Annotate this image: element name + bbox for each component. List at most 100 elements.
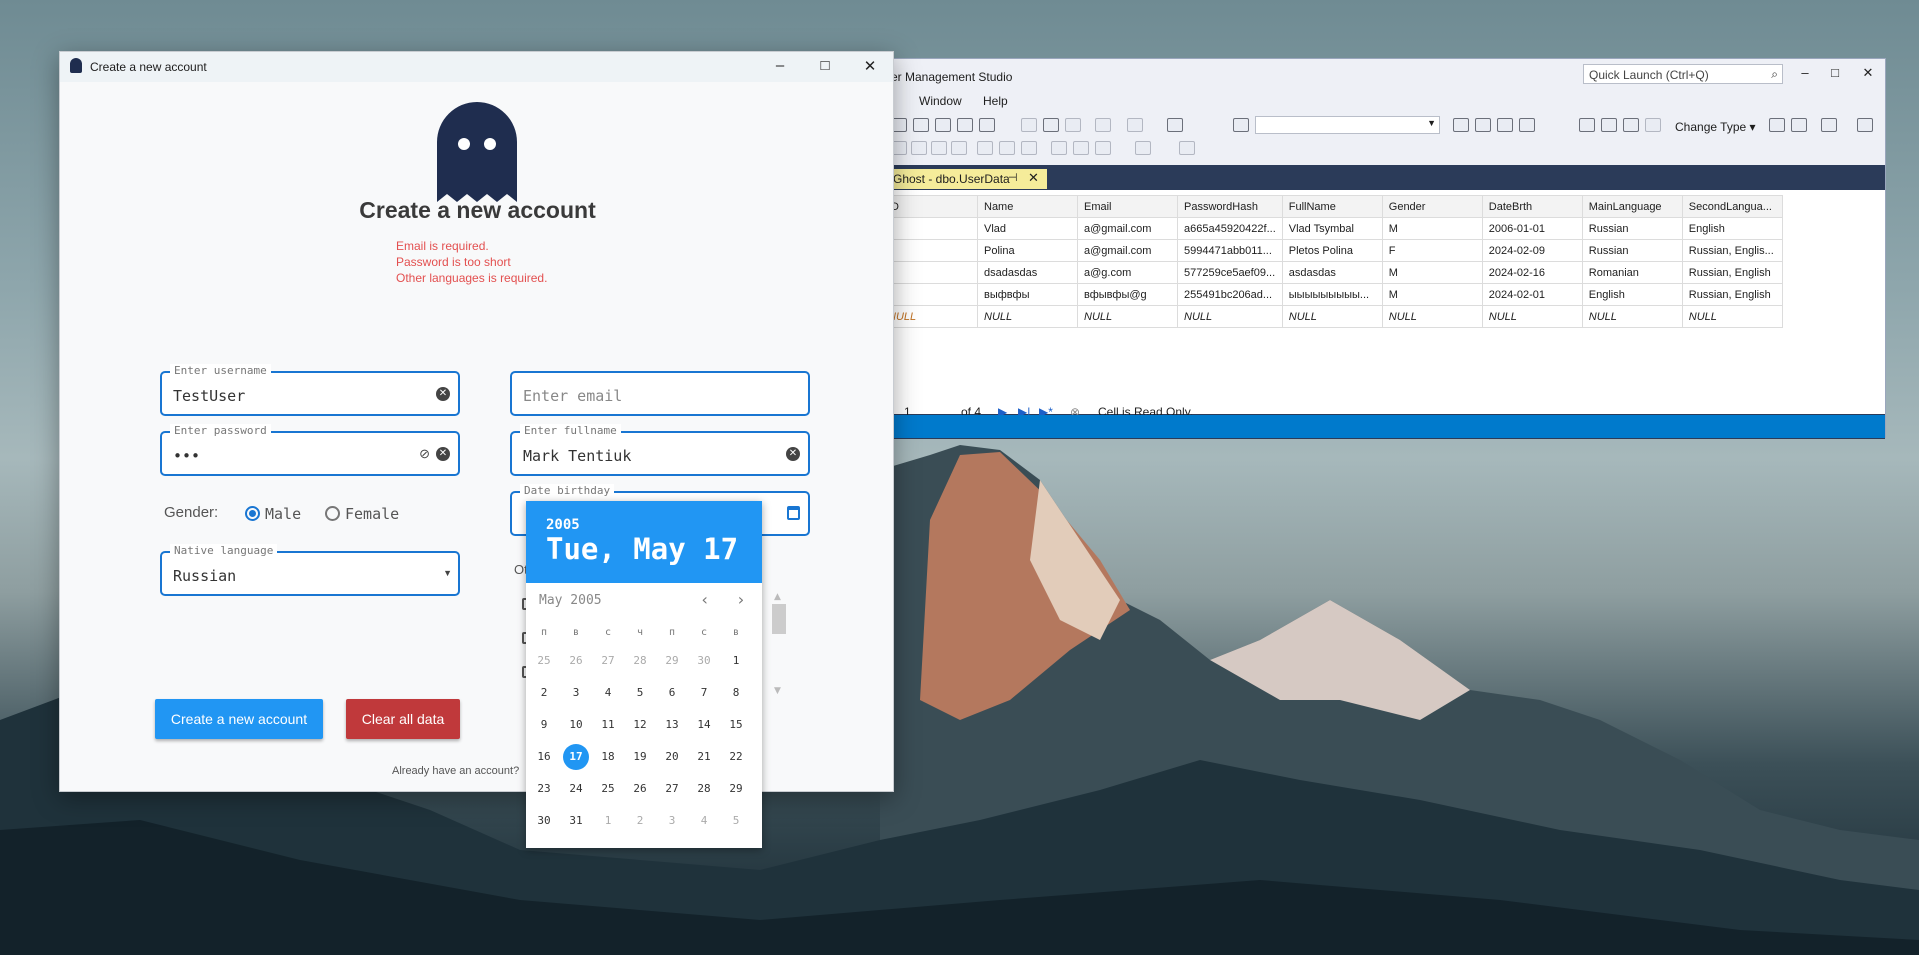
calendar-day[interactable]: 7: [691, 680, 717, 706]
close-button[interactable]: ✕: [1858, 65, 1878, 81]
table-row[interactable]: 3Polinaa@gmail.com5994471abb011...Pletos…: [881, 239, 1783, 262]
indent-icon[interactable]: [1051, 141, 1067, 155]
table-cell[interactable]: NULL: [1681, 305, 1783, 328]
table-cell[interactable]: dsadasdas: [977, 261, 1078, 284]
scroll-down-icon[interactable]: ▼: [774, 686, 781, 696]
table-cell[interactable]: English: [1681, 217, 1783, 240]
calendar-day[interactable]: 23: [531, 776, 557, 802]
calendar-day[interactable]: 27: [595, 648, 621, 674]
calendar-day[interactable]: 13: [659, 712, 685, 738]
clear-data-button[interactable]: Clear all data: [346, 699, 460, 739]
pin-icon[interactable]: ⊣: [1008, 171, 1018, 184]
table-cell[interactable]: Vlad: [977, 217, 1078, 240]
spacing-icon[interactable]: [1095, 141, 1111, 155]
calendar-day[interactable]: 3: [659, 808, 685, 834]
undo-icon[interactable]: [1095, 118, 1111, 132]
find-icon[interactable]: [1233, 118, 1249, 132]
username-field[interactable]: Enter username TestUser ✕: [160, 364, 460, 416]
calendar-day[interactable]: 24: [563, 776, 589, 802]
calendar-day[interactable]: 29: [723, 776, 749, 802]
redo-icon[interactable]: [1127, 118, 1143, 132]
table-cell[interactable]: Polina: [977, 239, 1078, 262]
close-button[interactable]: ✕: [855, 57, 885, 75]
column-header[interactable]: SecondLangua...: [1681, 195, 1783, 218]
calendar-day[interactable]: 12: [627, 712, 653, 738]
group-by-icon[interactable]: [1821, 118, 1837, 132]
table-cell[interactable]: 2024-02-01: [1481, 283, 1583, 306]
change-type-dropdown[interactable]: Change Type ▾: [1675, 120, 1756, 134]
calendar-day[interactable]: 11: [595, 712, 621, 738]
table-cell[interactable]: M: [1381, 261, 1483, 284]
calendar-day[interactable]: 9: [531, 712, 557, 738]
female-radio[interactable]: [325, 506, 340, 521]
clear-icon[interactable]: ✕: [786, 447, 800, 461]
execute-sql-icon[interactable]: [1769, 118, 1785, 132]
table-cell[interactable]: 577259ce5aef09...: [1177, 261, 1283, 284]
table-cell[interactable]: Russian, English: [1681, 283, 1783, 306]
table-cell[interactable]: NULL: [1381, 305, 1483, 328]
minimize-button[interactable]: –: [1795, 65, 1815, 80]
comment-icon[interactable]: [931, 141, 947, 155]
maximize-button[interactable]: □: [1825, 65, 1845, 80]
table-cell[interactable]: NULL: [1077, 305, 1178, 328]
calendar-day[interactable]: 1: [595, 808, 621, 834]
table-cell[interactable]: вфывфы@g: [1077, 283, 1178, 306]
calendar-day[interactable]: 25: [531, 648, 557, 674]
female-label[interactable]: Female: [345, 505, 399, 523]
table-cell[interactable]: Russian: [1581, 217, 1683, 240]
selected-year[interactable]: 2005: [546, 517, 580, 533]
table-cell[interactable]: 2024-02-16: [1481, 261, 1583, 284]
column-header[interactable]: DateBrth: [1481, 195, 1583, 218]
minimize-button[interactable]: –: [765, 57, 795, 74]
table-cell[interactable]: NULL: [881, 305, 978, 328]
table-cell[interactable]: NULL: [1481, 305, 1583, 328]
align-icon[interactable]: [999, 141, 1015, 155]
paste-icon[interactable]: [1065, 118, 1081, 132]
selected-day[interactable]: 17: [563, 744, 589, 770]
calendar-day[interactable]: 8: [723, 680, 749, 706]
calendar-day[interactable]: 10: [563, 712, 589, 738]
table-row[interactable]: NULL NULL NULL NULL NULL NULL NULL NULL NULL: [881, 305, 1783, 328]
table-cell[interactable]: Pletos Polina: [1281, 239, 1383, 262]
activity-monitor-icon[interactable]: [1167, 118, 1183, 132]
menu-item-window[interactable]: Window: [919, 94, 962, 108]
table-cell[interactable]: NULL: [1581, 305, 1683, 328]
calendar-day[interactable]: 27: [659, 776, 685, 802]
wrench-icon[interactable]: [1475, 118, 1491, 132]
table-cell[interactable]: 4: [881, 261, 978, 284]
mdx-query-icon[interactable]: [913, 118, 929, 132]
calendar-day[interactable]: 25: [595, 776, 621, 802]
column-header[interactable]: ID: [881, 195, 978, 218]
create-account-button[interactable]: Create a new account: [155, 699, 323, 739]
properties-icon[interactable]: [1453, 118, 1469, 132]
chevron-left-icon[interactable]: ‹: [700, 590, 710, 609]
scroll-up-icon[interactable]: ▲: [774, 592, 781, 602]
column-header[interactable]: MainLanguage: [1581, 195, 1683, 218]
calendar-icon[interactable]: [787, 506, 800, 520]
xmla-query-icon[interactable]: [957, 118, 973, 132]
calendar-day[interactable]: 5: [627, 680, 653, 706]
table-cell[interactable]: a@g.com: [1077, 261, 1178, 284]
password-field[interactable]: Enter password ••• ⊘ ✕: [160, 424, 460, 476]
layout-icon[interactable]: [977, 141, 993, 155]
table-row[interactable]: 4dsadasdasa@g.com577259ce5aef09...asdasd…: [881, 261, 1783, 284]
table-cell[interactable]: NULL: [1177, 305, 1283, 328]
sql-pane-icon[interactable]: [1623, 118, 1639, 132]
male-radio[interactable]: [245, 506, 260, 521]
calendar-day[interactable]: 22: [723, 744, 749, 770]
size-icon[interactable]: [1021, 141, 1037, 155]
calendar-day[interactable]: 1: [723, 648, 749, 674]
table-cell[interactable]: NULL: [977, 305, 1078, 328]
table-cell[interactable]: Romanian: [1581, 261, 1683, 284]
copy-icon[interactable]: [1043, 118, 1059, 132]
tab-userdata[interactable]: Ghost - dbo.UserData ⊣ ✕: [881, 169, 1047, 189]
table-cell[interactable]: 255491bc206ad...: [1177, 283, 1283, 306]
calendar-day[interactable]: 4: [691, 808, 717, 834]
table-cell[interactable]: a665a45920422f...: [1177, 217, 1283, 240]
menu-item-help[interactable]: Help: [983, 94, 1008, 108]
table-cell[interactable]: 5: [881, 283, 978, 306]
calendar-day[interactable]: 18: [595, 744, 621, 770]
calendar-day[interactable]: 14: [691, 712, 717, 738]
table-cell[interactable]: выфвфы: [977, 283, 1078, 306]
calendar-day[interactable]: 6: [659, 680, 685, 706]
